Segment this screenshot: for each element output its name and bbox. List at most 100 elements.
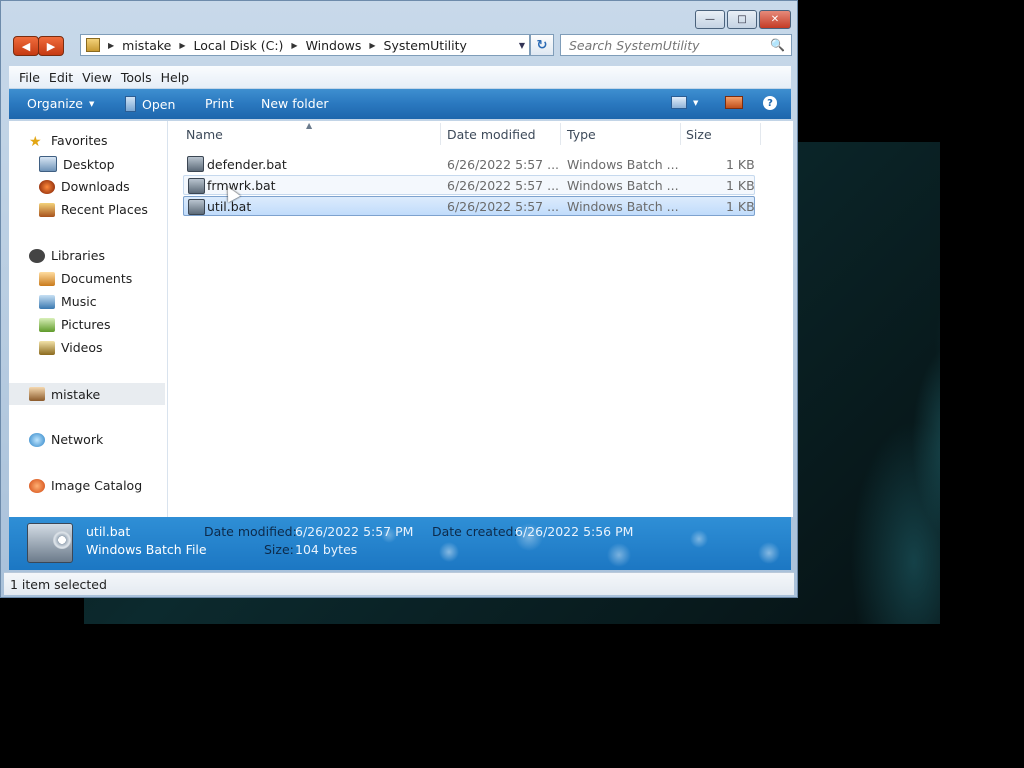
breadcrumb-systemutility[interactable]: SystemUtility — [384, 38, 467, 53]
breadcrumb-mistake[interactable]: mistake — [122, 38, 171, 53]
recent-places-icon — [39, 202, 55, 217]
maximize-button[interactable]: □ — [727, 10, 757, 29]
explorer-window: — □ ✕ ◀ ▶ ▶ mistake ▶ Local Disk (C:) ▶ … — [0, 0, 798, 598]
gear-icon — [53, 531, 71, 549]
column-divider[interactable] — [760, 123, 761, 145]
column-header-name[interactable]: Name — [186, 127, 223, 142]
column-header-size[interactable]: Size — [686, 127, 712, 142]
address-dropdown-icon[interactable]: ▼ — [519, 41, 525, 50]
desktop-icon — [39, 156, 57, 172]
sidebar-item-label: Desktop — [63, 156, 115, 172]
column-header-type[interactable]: Type — [567, 127, 596, 142]
details-created-value: 6/26/2022 5:56 PM — [515, 524, 634, 539]
sidebar-item-downloads[interactable]: Downloads — [39, 179, 130, 194]
minimize-button[interactable]: — — [695, 10, 725, 29]
file-list: ▲ Name Date modified Type Size defender.… — [168, 121, 793, 517]
documents-icon — [39, 271, 55, 286]
menu-help[interactable]: Help — [161, 70, 190, 85]
breadcrumb-arrow-icon[interactable]: ▶ — [369, 41, 375, 50]
status-text: 1 item selected — [10, 576, 107, 592]
open-button[interactable]: Open — [125, 96, 175, 112]
breadcrumb-arrow-icon[interactable]: ▶ — [108, 41, 114, 50]
file-date: 6/26/2022 5:57 ... — [447, 177, 560, 193]
sidebar-item-label: Libraries — [51, 248, 105, 263]
new-folder-button[interactable]: New folder — [261, 96, 329, 111]
details-created-label: Date created: — [432, 524, 518, 539]
file-size: 1 KB — [726, 198, 755, 214]
file-type: Windows Batch ... — [567, 177, 679, 193]
network-icon — [29, 432, 45, 447]
sidebar-item-label: Documents — [61, 271, 133, 286]
music-icon — [39, 294, 55, 309]
details-modified-value: 6/26/2022 5:57 PM — [295, 524, 414, 539]
file-name: frmwrk.bat — [207, 177, 276, 193]
caption-buttons: — □ ✕ — [695, 10, 791, 29]
sidebar-item-recent-places[interactable]: Recent Places — [39, 202, 148, 217]
chevron-down-icon: ▼ — [89, 99, 95, 108]
breadcrumb-arrow-icon[interactable]: ▶ — [291, 41, 297, 50]
sidebar-item-user-mistake[interactable]: mistake — [9, 383, 165, 405]
downloads-icon — [39, 179, 55, 194]
navigation-row: ◀ ▶ ▶ mistake ▶ Local Disk (C:) ▶ Window… — [13, 34, 792, 58]
user-folder-icon — [29, 387, 45, 401]
sidebar-item-label: Recent Places — [61, 202, 148, 217]
organize-label: Organize — [27, 96, 83, 111]
sidebar-item-label: Image Catalog — [51, 478, 143, 493]
sidebar-item-image-catalog[interactable]: Image Catalog — [29, 478, 142, 493]
sidebar-item-desktop[interactable]: Desktop — [39, 156, 115, 172]
file-name: defender.bat — [207, 156, 287, 172]
help-button[interactable]: ? — [763, 96, 777, 110]
views-button[interactable]: ▼ — [671, 96, 698, 109]
menu-file[interactable]: File — [19, 70, 40, 85]
details-modified-label: Date modified: — [204, 524, 297, 539]
column-header-date-modified[interactable]: Date modified — [447, 127, 536, 142]
menu-tools[interactable]: Tools — [121, 70, 152, 85]
sidebar-item-music[interactable]: Music — [39, 294, 97, 309]
refresh-button[interactable]: ↻ — [530, 34, 554, 56]
breadcrumb-windows[interactable]: Windows — [306, 38, 362, 53]
views-icon — [671, 96, 687, 109]
address-bar[interactable]: ▶ mistake ▶ Local Disk (C:) ▶ Windows ▶ … — [80, 34, 530, 56]
file-type: Windows Batch ... — [567, 198, 679, 214]
sidebar-item-pictures[interactable]: Pictures — [39, 317, 111, 332]
command-bar: Organize ▼ Open Print New folder ▼ ? — [9, 89, 791, 119]
sidebar-item-videos[interactable]: Videos — [39, 340, 103, 355]
menu-edit[interactable]: Edit — [49, 70, 73, 85]
column-divider[interactable] — [560, 123, 561, 145]
print-button[interactable]: Print — [205, 96, 234, 111]
batch-file-icon — [187, 156, 204, 172]
close-button[interactable]: ✕ — [759, 10, 791, 29]
menu-view[interactable]: View — [82, 70, 112, 85]
search-box: 🔍 — [560, 34, 792, 56]
folder-icon — [86, 38, 100, 52]
status-bar: 1 item selected — [4, 572, 794, 595]
open-label: Open — [142, 96, 176, 112]
preview-pane-button[interactable] — [725, 96, 743, 109]
chevron-down-icon: ▼ — [693, 98, 699, 107]
search-input[interactable] — [567, 36, 766, 54]
details-pane: util.bat Windows Batch File Date modifie… — [9, 517, 791, 570]
sidebar-item-libraries[interactable]: Libraries — [29, 248, 105, 263]
breadcrumb-arrow-icon[interactable]: ▶ — [179, 41, 185, 50]
pictures-icon — [39, 317, 55, 332]
table-row[interactable]: util.bat 6/26/2022 5:57 ... Windows Batc… — [183, 196, 755, 216]
back-button[interactable]: ◀ — [13, 36, 39, 56]
column-divider[interactable] — [680, 123, 681, 145]
preview-pane-icon — [725, 96, 743, 109]
organize-button[interactable]: Organize ▼ — [27, 96, 94, 111]
file-date: 6/26/2022 5:57 ... — [447, 198, 560, 214]
forward-button[interactable]: ▶ — [38, 36, 64, 56]
print-label: Print — [205, 96, 234, 111]
sidebar-item-favorites[interactable]: ★ Favorites — [29, 133, 107, 150]
new-folder-label: New folder — [261, 96, 329, 111]
sidebar-item-network[interactable]: Network — [29, 432, 103, 447]
breadcrumb-local-disk[interactable]: Local Disk (C:) — [194, 38, 284, 53]
table-row[interactable]: defender.bat 6/26/2022 5:57 ... Windows … — [183, 154, 755, 174]
help-icon: ? — [763, 96, 777, 110]
file-date: 6/26/2022 5:57 ... — [447, 156, 560, 172]
table-row[interactable]: frmwrk.bat 6/26/2022 5:57 ... Windows Ba… — [183, 175, 755, 195]
sidebar-item-documents[interactable]: Documents — [39, 271, 132, 286]
file-size: 1 KB — [726, 177, 755, 193]
column-divider[interactable] — [440, 123, 441, 145]
search-icon[interactable]: 🔍 — [770, 38, 785, 52]
